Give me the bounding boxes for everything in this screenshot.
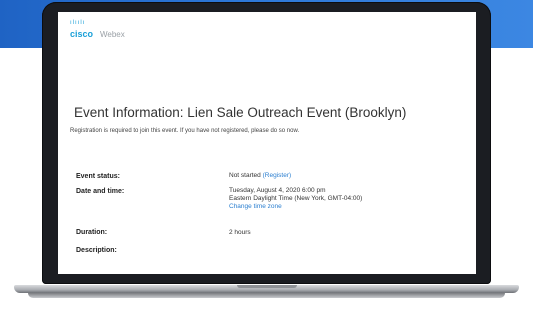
webex-wordmark: Webex <box>100 30 125 39</box>
page-title: Event Information: Lien Sale Outreach Ev… <box>74 105 407 120</box>
laptop-screen: ılıılı cisco Webex Event Information: Li… <box>58 12 476 274</box>
date-time-label: Date and time: <box>76 188 125 195</box>
change-time-zone-link[interactable]: Change time zone <box>229 203 362 211</box>
timezone-line: Eastern Daylight Time (New York, GMT-04:… <box>229 195 363 202</box>
event-status-value: Not started (Register) <box>229 172 291 180</box>
duration-label: Duration: <box>76 229 108 236</box>
date-time-value: Tuesday, August 4, 2020 6:00 pm Eastern … <box>229 187 362 211</box>
laptop-notch <box>237 285 297 288</box>
cisco-bars-icon: ılıılı <box>70 20 86 26</box>
cisco-wordmark: cisco <box>70 29 94 39</box>
duration-value: 2 hours <box>229 229 251 236</box>
event-status-label: Event status: <box>76 173 120 180</box>
webex-logo: ılıılı cisco Webex <box>70 20 160 50</box>
description-label: Description: <box>76 247 117 254</box>
registration-note: Registration is required to join this ev… <box>70 128 300 134</box>
date-line: Tuesday, August 4, 2020 6:00 pm <box>229 187 326 194</box>
laptop-base-shadow <box>28 293 505 298</box>
register-link[interactable]: (Register) <box>263 172 292 179</box>
status-text: Not started <box>229 172 261 179</box>
